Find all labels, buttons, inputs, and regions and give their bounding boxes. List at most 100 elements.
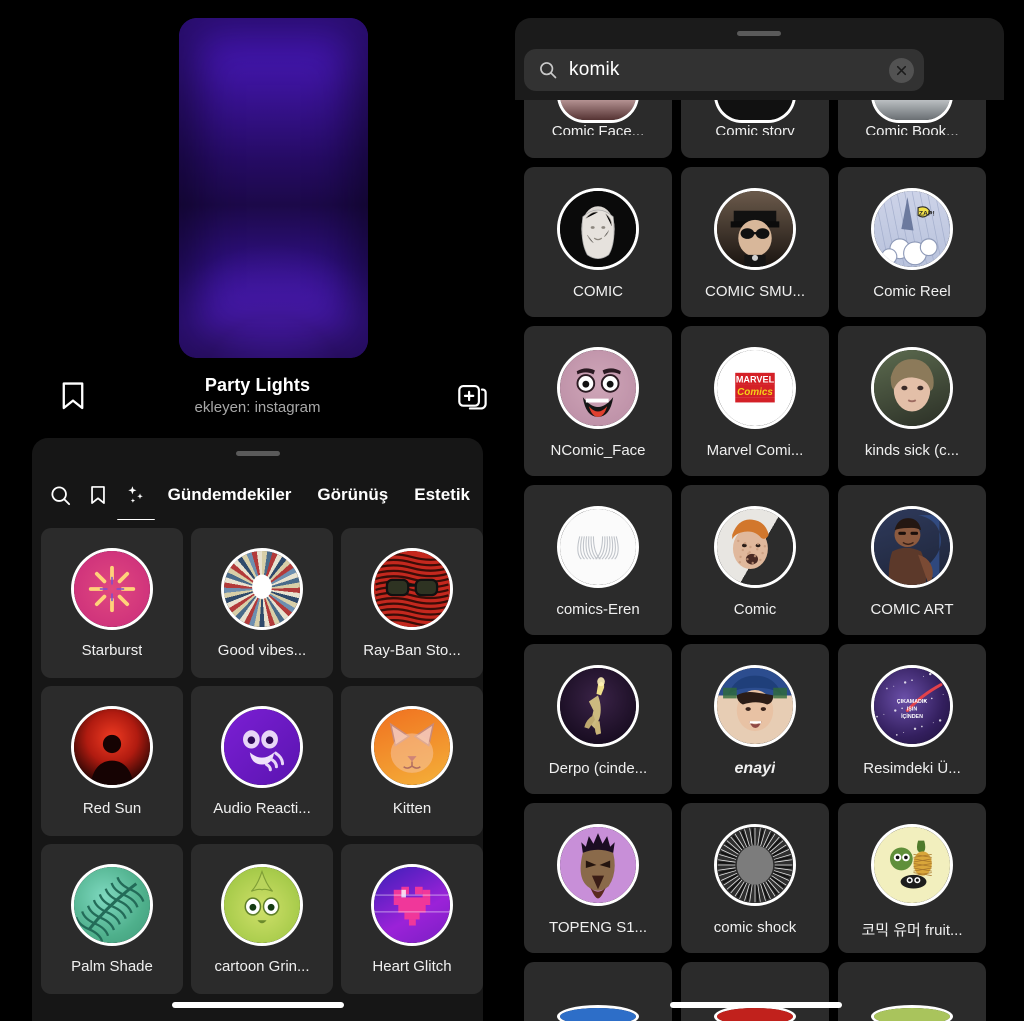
effect-label: Comic Book... bbox=[865, 123, 959, 135]
effect-label: Comic Reel bbox=[873, 283, 951, 300]
svg-text:ÇIKAMADIK: ÇIKAMADIK bbox=[897, 699, 928, 705]
search-result-card[interactable]: COMIC ART bbox=[838, 485, 986, 635]
effect-thumbnail-group_blue-icon[interactable] bbox=[557, 1005, 639, 1021]
effect-label: Derpo (cinde... bbox=[548, 760, 648, 777]
effect-title: Party Lights bbox=[204, 375, 311, 395]
effect-label: TOPENG S1... bbox=[548, 919, 648, 936]
effect-thumbnail-comicshock-icon[interactable] bbox=[714, 824, 796, 906]
tab-estetik[interactable]: Estetik bbox=[401, 471, 483, 519]
effect-label: 코믹 유머 fruit... bbox=[861, 922, 963, 939]
effect-card[interactable]: Starburst bbox=[41, 528, 183, 678]
search-result-card[interactable]: COMIC SMU... bbox=[681, 167, 829, 317]
search-result-card[interactable]: Comic Face... bbox=[524, 95, 672, 158]
effect-thumbnail-heartglitch-icon[interactable] bbox=[371, 864, 453, 946]
svg-text:IŞIN: IŞIN bbox=[907, 707, 917, 713]
effect-card[interactable]: Ray-Ban Sto... bbox=[341, 528, 483, 678]
effect-label: Kitten bbox=[392, 800, 432, 817]
search-input-value[interactable]: komik bbox=[569, 59, 889, 81]
search-icon bbox=[538, 60, 558, 80]
effect-preview-card[interactable] bbox=[179, 18, 368, 358]
active-tab-underline bbox=[116, 518, 155, 520]
search-result-card[interactable] bbox=[838, 962, 986, 1021]
effect-label: enayi bbox=[734, 760, 776, 777]
effect-thumbnail-kitten-icon[interactable] bbox=[371, 706, 453, 788]
search-result-card[interactable]: ZAP! Comic Reel bbox=[838, 167, 986, 317]
effect-preview-panel: Party Lights ekleyen: instagram Gündemde… bbox=[0, 0, 515, 1021]
effect-label: Starburst bbox=[81, 642, 143, 659]
search-result-card[interactable]: COMIC bbox=[524, 167, 672, 317]
search-input[interactable]: komik bbox=[524, 49, 924, 91]
effect-thumbnail-topeng-icon[interactable] bbox=[557, 824, 639, 906]
effect-thumbnail-comicart-icon[interactable] bbox=[871, 506, 953, 588]
effect-label: Resimdeki Ü... bbox=[863, 760, 961, 777]
sheet-grabber-handle[interactable] bbox=[235, 451, 280, 456]
effect-thumbnail-green_cat-icon[interactable] bbox=[871, 1005, 953, 1021]
search-result-card[interactable]: comics-Eren bbox=[524, 485, 672, 635]
effect-author: ekleyen: instagram bbox=[194, 399, 321, 416]
effect-card[interactable]: Red Sun bbox=[41, 686, 183, 836]
sidebar-item-saved[interactable] bbox=[80, 471, 118, 519]
search-result-card[interactable]: ÇIKAMADIK IŞIN İÇİNDEN Resimdeki Ü... bbox=[838, 644, 986, 794]
effect-thumbnail-ncomicface-icon[interactable] bbox=[557, 347, 639, 429]
search-result-card[interactable]: 코믹 유머 fruit... bbox=[838, 803, 986, 953]
add-to-story-icon[interactable] bbox=[457, 381, 487, 411]
effect-thumbnail-comic_guy-icon[interactable] bbox=[714, 506, 796, 588]
search-result-card[interactable]: comic shock bbox=[681, 803, 829, 953]
svg-text:Comics: Comics bbox=[737, 387, 773, 398]
effect-card[interactable]: Audio Reacti... bbox=[191, 686, 333, 836]
effect-card[interactable]: cartoon Grin... bbox=[191, 844, 333, 994]
effect-label: COMIC bbox=[573, 283, 623, 300]
clear-circle-x-icon[interactable] bbox=[889, 57, 914, 83]
effect-thumbnail-fruit-icon[interactable] bbox=[871, 824, 953, 906]
home-indicator bbox=[171, 1002, 344, 1008]
effect-thumbnail-kindssick-icon[interactable] bbox=[871, 347, 953, 429]
effect-label: NComic_Face bbox=[550, 442, 646, 459]
effect-thumbnail-comicsmu-icon[interactable] bbox=[714, 188, 796, 270]
effect-label: Comic story bbox=[715, 123, 795, 135]
effect-thumbnail-enayi-icon[interactable] bbox=[714, 665, 796, 747]
effect-thumbnail-comicseren-icon[interactable] bbox=[557, 506, 639, 588]
sheet-grabber-handle[interactable] bbox=[737, 31, 781, 36]
search-result-card[interactable]: Comic Book... bbox=[838, 95, 986, 158]
effect-card[interactable]: Palm Shade bbox=[41, 844, 183, 994]
effect-thumbnail-palmshade-icon[interactable] bbox=[71, 864, 153, 946]
effect-thumbnail-rayban-icon[interactable] bbox=[371, 548, 453, 630]
tab-gundemdekiler[interactable]: Gündemdekiler bbox=[155, 471, 305, 519]
effect-thumbnail-resimdeki-icon[interactable]: ÇIKAMADIK IŞIN İÇİNDEN bbox=[871, 665, 953, 747]
search-result-card[interactable]: TOPENG S1... bbox=[524, 803, 672, 953]
screen: Party Lights ekleyen: instagram Gündemde… bbox=[0, 0, 1024, 1021]
tab-gorunus[interactable]: Görünüş bbox=[304, 471, 401, 519]
effect-thumbnail-goodvibes-icon[interactable] bbox=[221, 548, 303, 630]
effect-thumbnail-grinch-icon[interactable] bbox=[221, 864, 303, 946]
sidebar-item-effects[interactable] bbox=[116, 471, 155, 520]
search-result-card[interactable]: Derpo (cinde... bbox=[524, 644, 672, 794]
search-result-card[interactable]: Comic story bbox=[681, 95, 829, 158]
svg-text:MARVEL: MARVEL bbox=[736, 375, 775, 385]
effect-thumbnail-derpo-icon[interactable] bbox=[557, 665, 639, 747]
effect-card[interactable]: Kitten bbox=[341, 686, 483, 836]
effects-tab-bar[interactable]: Gündemdekiler Görünüş Estetik bbox=[32, 470, 483, 520]
search-results-grid: Comic Face... Comic story Comic Book... CO… bbox=[524, 95, 1020, 1021]
search-result-card[interactable]: enayi bbox=[681, 644, 829, 794]
effect-thumbnail-comicreel-icon[interactable]: ZAP! bbox=[871, 188, 953, 270]
effect-card[interactable]: Heart Glitch bbox=[341, 844, 483, 994]
effects-grid: Starburst Good vibes... Ray-Ban Sto... R… bbox=[41, 528, 483, 994]
search-result-card[interactable]: MARVEL Comics Marvel Comi... bbox=[681, 326, 829, 476]
effect-label: Palm Shade bbox=[71, 958, 153, 975]
effect-thumbnail-comic_sketch-icon[interactable] bbox=[557, 188, 639, 270]
effects-bottom-sheet: Gündemdekiler Görünüş Estetik Starburst … bbox=[32, 438, 483, 1021]
effect-thumbnail-starburst-icon[interactable] bbox=[71, 548, 153, 630]
search-result-card[interactable] bbox=[524, 962, 672, 1021]
effect-label: Red Sun bbox=[82, 800, 142, 817]
search-result-card[interactable]: Comic bbox=[681, 485, 829, 635]
sidebar-item-search[interactable] bbox=[42, 471, 80, 519]
effect-label: COMIC ART bbox=[870, 601, 954, 618]
search-result-card[interactable]: NComic_Face bbox=[524, 326, 672, 476]
effect-thumbnail-redsun-icon[interactable] bbox=[71, 706, 153, 788]
effect-thumbnail-audioreact-icon[interactable] bbox=[221, 706, 303, 788]
search-result-card[interactable]: kinds sick (c... bbox=[838, 326, 986, 476]
effect-card[interactable]: Good vibes... bbox=[191, 528, 333, 678]
effect-label: Marvel Comi... bbox=[706, 442, 804, 459]
effect-thumbnail-marvel-icon[interactable]: MARVEL Comics bbox=[714, 347, 796, 429]
search-result-card[interactable] bbox=[681, 962, 829, 1021]
